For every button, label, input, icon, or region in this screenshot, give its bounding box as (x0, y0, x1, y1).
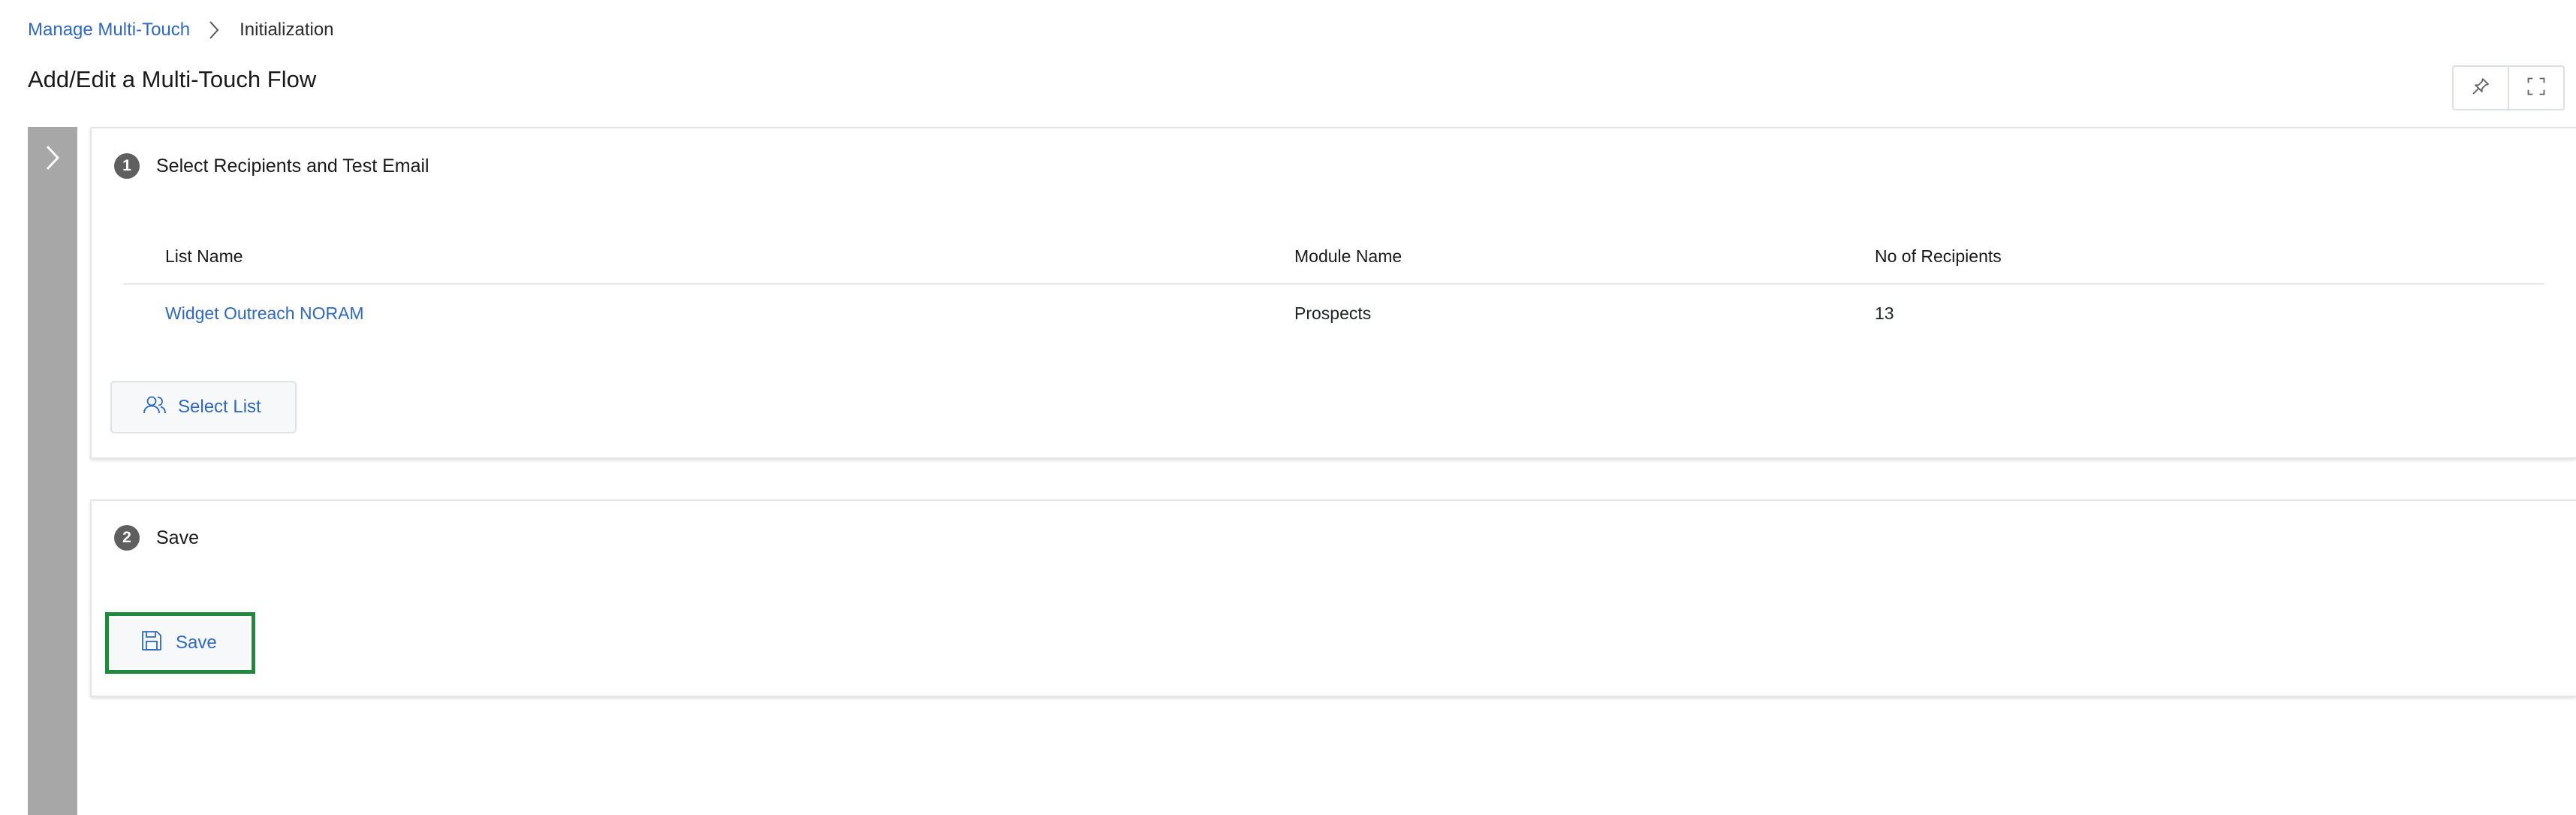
select-list-label: Select List (178, 397, 261, 417)
page-title: Add/Edit a Multi-Touch Flow (28, 66, 317, 92)
module-name-cell: Prospects (1294, 303, 1372, 323)
expand-panel-button[interactable] (28, 134, 77, 184)
step-card-select-recipients: 1 Select Recipients and Test Email List … (90, 127, 2576, 459)
step-number-badge: 1 (114, 153, 140, 179)
breadcrumb-current: Initialization (240, 20, 334, 40)
view-toolbar (2452, 65, 2565, 110)
step-card-save: 2 Save Save (90, 500, 2576, 697)
chevron-right-icon (199, 17, 229, 44)
column-header-module-name: Module Name (1294, 246, 1402, 266)
fullscreen-button[interactable] (2508, 67, 2563, 109)
column-header-recipients: No of Recipients (1875, 246, 2002, 266)
step-title: Select Recipients and Test Email (156, 155, 429, 177)
save-button-highlight: Save (105, 612, 255, 674)
breadcrumb-link-manage-multi-touch[interactable]: Manage Multi-Touch (28, 20, 190, 41)
step-header: 1 Select Recipients and Test Email (114, 153, 429, 179)
pin-icon (2470, 76, 2491, 101)
save-label: Save (176, 632, 217, 653)
users-icon (142, 394, 167, 421)
step-number-badge: 2 (114, 525, 140, 551)
breadcrumb: Manage Multi-Touch Initialization (28, 17, 334, 44)
column-header-list-name: List Name (165, 246, 243, 266)
pin-button[interactable] (2454, 67, 2508, 109)
recipient-count-cell: 13 (1875, 303, 1894, 323)
table-header-row: List Name Module Name No of Recipients (123, 228, 2544, 285)
select-list-button[interactable]: Select List (110, 381, 297, 433)
step-header: 2 Save (114, 525, 199, 551)
step-title: Save (156, 527, 199, 548)
fullscreen-icon (2526, 76, 2547, 101)
chevron-right-icon (44, 144, 61, 175)
recipient-list-table: List Name Module Name No of Recipients W… (123, 228, 2544, 342)
save-button[interactable]: Save (111, 618, 249, 668)
list-name-link[interactable]: Widget Outreach NORAM (165, 285, 364, 342)
floppy-disk-icon (140, 629, 164, 658)
table-row: Widget Outreach NORAM Prospects 13 (123, 285, 2544, 342)
side-panel-rail (28, 127, 77, 815)
